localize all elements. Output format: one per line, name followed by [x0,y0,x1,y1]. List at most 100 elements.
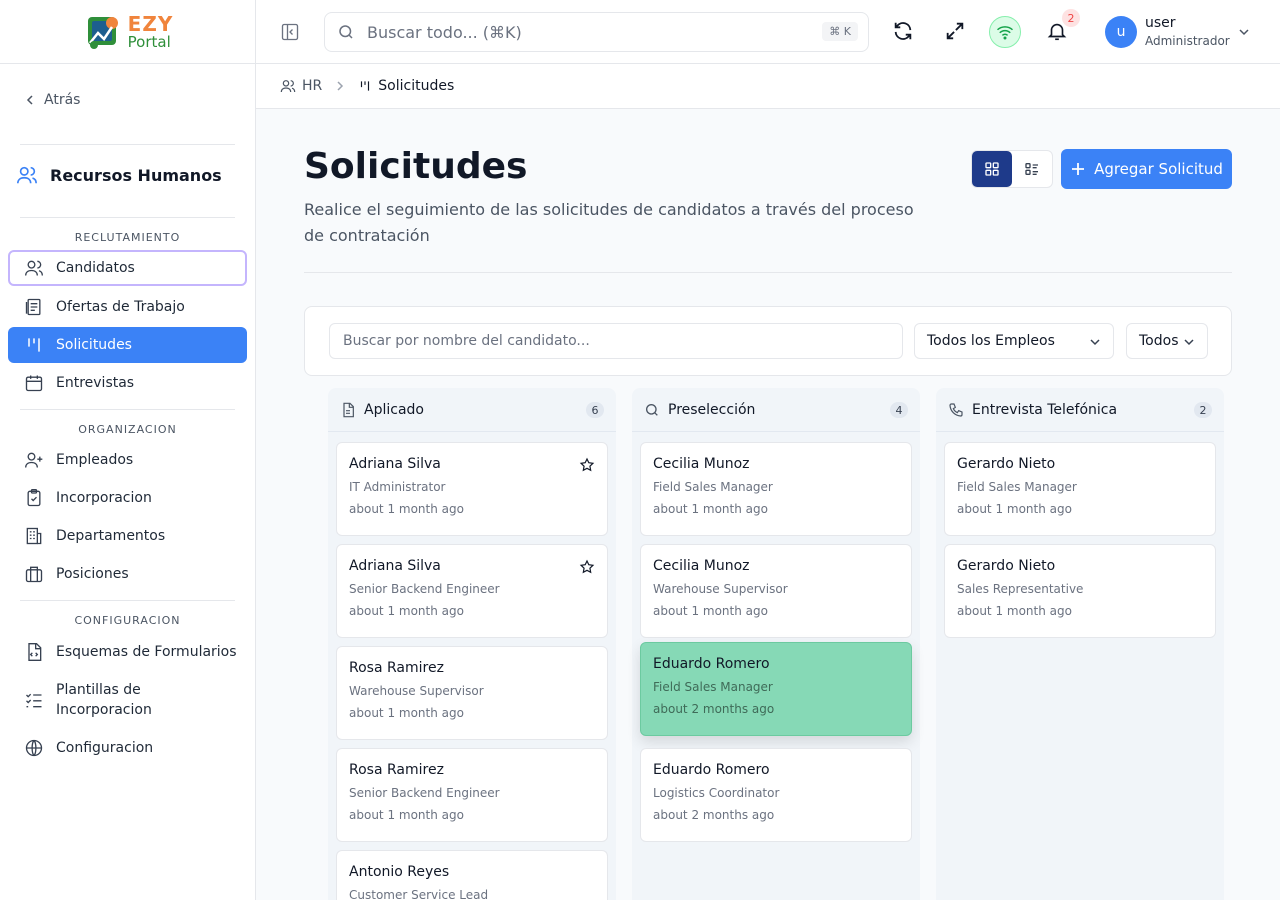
filter-panel: Buscar por nombre del candidato... Todos… [304,306,1232,376]
application-card[interactable]: Rosa Ramirez Warehouse Supervisor about … [336,646,608,740]
global-search-input[interactable]: Buscar todo... (⌘K) ⌘ K [324,12,869,52]
building-icon [26,527,42,545]
users-icon [280,80,296,93]
list-check-icon [26,693,42,708]
sidebar-item-ofertas[interactable]: Ofertas de Trabajo [8,289,247,325]
applied-time: about 1 month ago [653,502,768,516]
page-description: Realice el seguimiento de las solicitude… [304,200,914,245]
sidebar-item-configuracion[interactable]: Configuracion [8,730,247,766]
sidebar-item-label: Empleados [56,452,134,468]
kanban-icon [28,338,40,352]
application-card[interactable]: Adriana Silva Senior Backend Engineer ab… [336,544,608,638]
expand-icon [946,22,964,40]
logo-subtitle: Portal [127,32,171,51]
kanban-column-aplicado: Aplicado 6 Adriana Silva IT Administrato… [328,388,616,900]
applied-time: about 1 month ago [957,502,1072,516]
sidebar-item-entrevistas[interactable]: Entrevistas [8,365,247,401]
sidebar-item-departamentos[interactable]: Departamentos [8,518,247,554]
candidate-name: Rosa Ramirez [349,762,444,778]
breadcrumb-current-label: Solicitudes [378,78,455,94]
job-title: Sales Representative [957,582,1084,596]
application-card[interactable]: Gerardo Nieto Sales Representative about… [944,544,1216,638]
sidebar-item-empleados[interactable]: Empleados [8,442,247,478]
sidebar-item-label: Entrevistas [56,375,135,391]
group-label-reclutamiento: RECLUTAMIENTO [74,231,181,244]
breadcrumb-hr[interactable]: HR [280,78,322,94]
sidebar-item-solicitudes[interactable]: Solicitudes [8,327,247,363]
applied-time: about 2 months ago [653,702,775,716]
star-icon[interactable] [579,559,595,575]
column-title: Aplicado [364,401,424,418]
kanban-icon [361,81,370,91]
application-card[interactable]: Gerardo Nieto Field Sales Manager about … [944,442,1216,536]
job-title: Logistics Coordinator [653,786,780,800]
briefcase-icon [25,566,43,583]
globe-icon [25,739,43,757]
applied-time: about 1 month ago [349,604,464,618]
logo[interactable]: EZY Portal [82,11,174,53]
application-card[interactable]: Rosa Ramirez Senior Backend Engineer abo… [336,748,608,842]
application-card[interactable]: Antonio Reyes Customer Service Lead [336,850,608,900]
add-application-button[interactable]: Agregar Solicitud [1061,149,1232,189]
back-link[interactable]: Atrás [24,92,80,108]
group-label-configuracion: CONFIGURACION [74,614,181,627]
application-card[interactable]: Adriana Silva IT Administrator about 1 m… [336,442,608,536]
sidebar-item-label: Candidatos [56,260,135,276]
status-filter-select[interactable]: Todos [1126,323,1208,359]
column-count: 6 [586,402,604,418]
job-title: Warehouse Supervisor [349,684,484,698]
user-name[interactable]: user [1145,15,1176,31]
sidebar-item-label: Esquemas de Formularios [56,644,237,660]
label-line-1: Plantillas de [56,682,141,698]
logo-title: EZY [127,11,174,36]
user-menu-toggle[interactable] [1238,26,1250,38]
application-card[interactable]: Cecilia Munoz Warehouse Supervisor about… [640,544,912,638]
list-view-button[interactable] [1012,151,1052,187]
candidate-name: Adriana Silva [349,558,441,574]
application-card[interactable]: Eduardo Romero Logistics Coordinator abo… [640,748,912,842]
job-title: Warehouse Supervisor [653,582,788,596]
column-count: 2 [1194,402,1212,418]
candidate-name: Eduardo Romero [653,656,770,672]
phone-icon [949,402,963,417]
grid-icon [985,162,999,176]
breadcrumb-current: Solicitudes [358,78,454,94]
column-header: Entrevista Telefónica 2 [936,388,1224,432]
candidate-name: Cecilia Munoz [653,456,750,472]
connection-status-button[interactable] [989,16,1021,48]
job-filter-select[interactable]: Todos los Empleos [914,323,1114,359]
calendar-icon [25,375,43,392]
sidebar-item-plantillas[interactable]: Plantillas de Incorporacion [8,676,247,724]
avatar[interactable]: u [1105,16,1137,48]
fullscreen-button[interactable] [944,20,966,42]
job-title: Senior Backend Engineer [349,582,500,596]
candidate-search-input[interactable]: Buscar por nombre del candidato... [329,323,903,359]
refresh-icon [894,22,912,40]
clipboard-check-icon [27,489,41,507]
refresh-button[interactable] [892,20,914,42]
divider [20,144,235,145]
view-toggle [971,150,1053,188]
chevron-left-icon [26,95,33,105]
job-filter-value: Todos los Empleos [927,333,1055,349]
application-card-dragging[interactable]: Eduardo Romero Field Sales Manager about… [640,642,912,736]
sidebar-item-candidatos[interactable]: Candidatos [8,250,247,286]
file-text-icon [343,402,354,417]
sidebar-item-label: Posiciones [56,566,129,582]
star-icon[interactable] [579,457,595,473]
back-label: Atrás [44,92,81,108]
logo-mark-icon [87,16,118,49]
sidebar-item-label: Plantillas de Incorporacion [56,680,152,720]
page-title: Solicitudes [304,146,528,187]
job-title: Field Sales Manager [653,480,773,494]
sidebar-item-incorporacion[interactable]: Incorporacion [8,480,247,516]
kanban-column-entrevista-telefonica: Entrevista Telefónica 2 Gerardo Nieto Fi… [936,388,1224,900]
divider [20,409,235,410]
sidebar-item-esquemas[interactable]: Esquemas de Formularios [8,634,247,670]
sidebar-item-posiciones[interactable]: Posiciones [8,556,247,592]
sidebar-toggle-button[interactable] [280,22,300,42]
board-view-button[interactable] [972,151,1012,187]
applied-time: about 1 month ago [653,604,768,618]
application-card[interactable]: Cecilia Munoz Field Sales Manager about … [640,442,912,536]
shortcut-hint: ⌘ K [822,22,858,41]
